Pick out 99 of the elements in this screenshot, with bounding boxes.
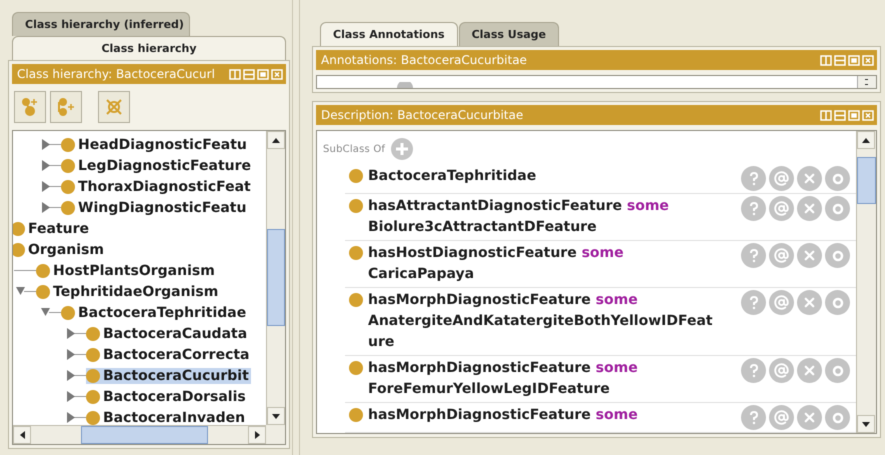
scroll-up-icon[interactable] — [267, 131, 285, 149]
edit-button[interactable] — [825, 196, 850, 221]
annotate-button[interactable] — [769, 405, 794, 430]
view-controls-icon[interactable] — [820, 110, 874, 120]
vertical-scrollbar[interactable] — [856, 131, 876, 433]
delete-button[interactable] — [797, 290, 822, 315]
tree-item[interactable]: Organism — [13, 242, 106, 258]
question-icon — [748, 202, 760, 216]
edit-button[interactable] — [825, 358, 850, 383]
close-icon — [802, 363, 817, 378]
delete-button[interactable] — [797, 166, 822, 191]
tree-item[interactable]: TephritidaeOrganism — [36, 284, 220, 300]
close-icon — [802, 295, 817, 310]
axiom-row[interactable]: hasMorphDiagnosticFeature some — [345, 403, 856, 433]
edit-button[interactable] — [825, 405, 850, 430]
plus-icon — [396, 143, 408, 155]
scrollbar-corner — [266, 425, 285, 444]
tree-item[interactable]: BactoceraTephritidae — [61, 304, 248, 320]
annotate-button[interactable] — [769, 358, 794, 383]
at-sign-icon — [774, 295, 789, 310]
explain-button[interactable] — [741, 405, 766, 430]
tree-item[interactable]: BactoceraCaudata — [86, 326, 250, 342]
tree-item[interactable]: ThoraxDiagnosticFeat — [61, 178, 253, 194]
add-sibling-button[interactable] — [50, 91, 82, 123]
scroll-down-icon[interactable] — [857, 415, 875, 433]
scroll-down-icon[interactable] — [267, 407, 285, 425]
tree-item[interactable]: BactoceraCucurbit — [86, 368, 251, 384]
annotate-button[interactable] — [769, 290, 794, 315]
tab[interactable]: Class hierarchy (inferred) — [12, 12, 190, 36]
view-controls-icon[interactable] — [820, 54, 874, 66]
close-icon — [802, 201, 817, 216]
tree-item[interactable]: LegDiagnosticFeature — [61, 158, 254, 174]
tab[interactable]: Class Usage — [458, 22, 560, 46]
tree-item[interactable]: BactoceraDorsalis — [86, 388, 248, 404]
panel-title: Annotations: BactoceraCucurbitae — [321, 53, 528, 67]
explain-button[interactable] — [741, 290, 766, 315]
tree-item[interactable]: BactoceraInvaden — [86, 410, 248, 425]
close-icon — [802, 171, 817, 186]
class-expression: hasMorphDiagnosticFeature some — [349, 405, 720, 426]
section-label: SubClass Of — [323, 144, 386, 154]
delete-class-button[interactable] — [98, 91, 130, 123]
tab[interactable]: Class hierarchy — [12, 36, 286, 60]
tree-item[interactable]: Feature — [13, 220, 91, 236]
panel-title: Description: BactoceraCucurbitae — [321, 108, 524, 122]
view-controls-icon[interactable] — [229, 68, 283, 80]
tree-item[interactable]: WingDiagnosticFeatu — [61, 200, 248, 216]
panel-title: Class hierarchy: BactoceraCucurl — [17, 67, 216, 81]
annotate-button[interactable] — [769, 196, 794, 221]
question-icon — [748, 248, 760, 262]
scroll-thumb[interactable] — [267, 229, 285, 326]
at-sign-icon — [774, 363, 789, 378]
at-sign-icon — [774, 248, 789, 263]
annotate-button[interactable] — [769, 166, 794, 191]
ring-icon — [832, 364, 844, 376]
edit-button[interactable] — [825, 166, 850, 191]
tree-line — [14, 270, 36, 271]
explain-button[interactable] — [741, 196, 766, 221]
delete-button[interactable] — [797, 196, 822, 221]
pane-splitter[interactable] — [292, 0, 300, 455]
ring-icon — [832, 250, 844, 262]
tree-item[interactable]: HostPlantsOrganism — [36, 262, 217, 278]
vertical-scrollbar[interactable] — [266, 131, 285, 425]
at-sign-icon — [774, 171, 789, 186]
edit-button[interactable] — [825, 243, 850, 268]
axiom-row[interactable]: BactoceraTephritidae — [345, 164, 856, 194]
tree-item[interactable]: BactoceraCorrecta — [86, 346, 252, 362]
question-icon — [748, 296, 760, 310]
question-icon — [748, 172, 760, 186]
question-icon — [748, 410, 760, 424]
explain-button[interactable] — [741, 358, 766, 383]
ring-icon — [832, 172, 844, 184]
explain-button[interactable] — [741, 166, 766, 191]
spinner-icon[interactable] — [857, 76, 876, 88]
at-sign-icon — [774, 410, 789, 425]
tree-item[interactable]: HeadDiagnosticFeatu — [61, 136, 249, 152]
scroll-left-icon[interactable] — [13, 426, 31, 444]
delete-button[interactable] — [797, 405, 822, 430]
add-sibling-class-icon — [55, 96, 77, 118]
add-button[interactable] — [391, 138, 414, 160]
horizontal-scrollbar[interactable] — [13, 425, 266, 444]
ring-icon — [832, 202, 844, 214]
scroll-up-icon[interactable] — [857, 131, 875, 149]
delete-button[interactable] — [797, 358, 822, 383]
ring-icon — [832, 412, 844, 424]
close-icon — [802, 410, 817, 425]
scroll-right-icon[interactable] — [248, 426, 266, 444]
scroll-thumb[interactable] — [857, 157, 876, 204]
delete-button[interactable] — [797, 243, 822, 268]
close-icon — [802, 248, 817, 263]
annotate-button[interactable] — [769, 243, 794, 268]
class-name: BactoceraTephritidae — [349, 166, 720, 187]
tab[interactable]: Class Annotations — [320, 22, 458, 46]
explain-button[interactable] — [741, 243, 766, 268]
ring-icon — [832, 296, 844, 308]
scroll-thumb[interactable] — [81, 426, 208, 444]
add-subclass-button[interactable] — [14, 91, 46, 123]
question-icon — [748, 364, 760, 378]
at-sign-icon — [774, 201, 789, 216]
edit-button[interactable] — [825, 290, 850, 315]
